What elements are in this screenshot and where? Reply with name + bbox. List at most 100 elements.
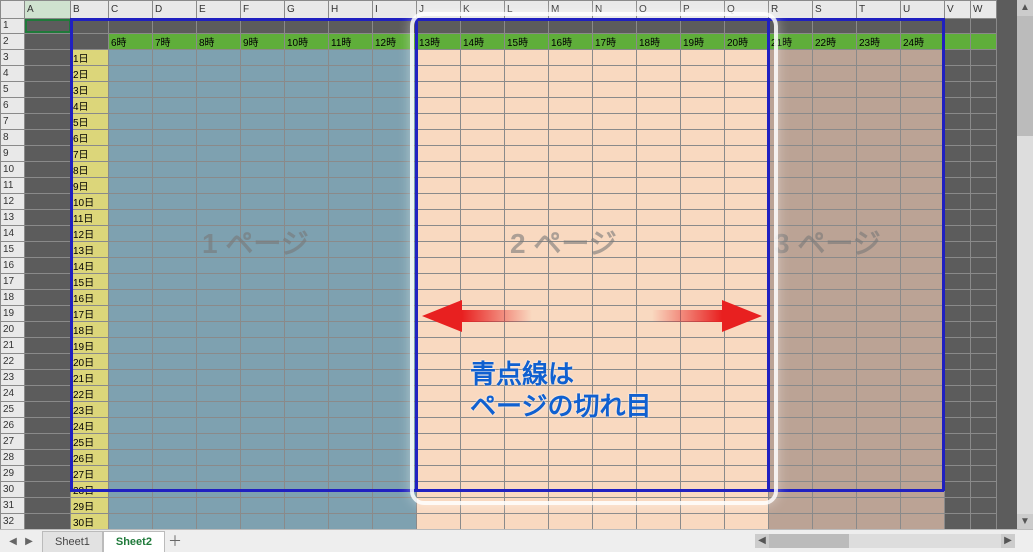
cell-V6[interactable]	[945, 97, 971, 113]
cell-F22[interactable]	[241, 353, 285, 369]
row-header-5[interactable]: 5	[1, 81, 25, 97]
cell-Q19[interactable]	[725, 305, 769, 321]
cell-V18[interactable]	[945, 289, 971, 305]
cell-G4[interactable]	[285, 65, 329, 81]
cell-T22[interactable]	[857, 353, 901, 369]
cell-P31[interactable]	[681, 497, 725, 513]
cell-G2[interactable]: 10時	[285, 33, 329, 49]
cell-W28[interactable]	[971, 449, 997, 465]
cell-B12[interactable]: 10日	[71, 193, 109, 209]
cell-T29[interactable]	[857, 465, 901, 481]
cell-I7[interactable]	[373, 113, 417, 129]
cell-O3[interactable]	[637, 49, 681, 65]
cell-W2[interactable]	[971, 33, 997, 49]
cell-S4[interactable]	[813, 65, 857, 81]
select-all-corner[interactable]	[1, 1, 25, 19]
cell-C16[interactable]	[109, 257, 153, 273]
cell-V25[interactable]	[945, 401, 971, 417]
cell-O20[interactable]	[637, 321, 681, 337]
cell-A19[interactable]	[25, 305, 71, 321]
col-header-W[interactable]: W	[971, 1, 997, 19]
cell-I6[interactable]	[373, 97, 417, 113]
cell-L15[interactable]	[505, 241, 549, 257]
cell-V31[interactable]	[945, 497, 971, 513]
cell-Q25[interactable]	[725, 401, 769, 417]
cell-I13[interactable]	[373, 209, 417, 225]
cell-P32[interactable]	[681, 513, 725, 529]
cell-J3[interactable]	[417, 49, 461, 65]
cell-I9[interactable]	[373, 145, 417, 161]
cell-V23[interactable]	[945, 369, 971, 385]
cell-E28[interactable]	[197, 449, 241, 465]
cell-Q17[interactable]	[725, 273, 769, 289]
cell-D19[interactable]	[153, 305, 197, 321]
cell-J11[interactable]	[417, 177, 461, 193]
cell-O25[interactable]	[637, 401, 681, 417]
cell-G31[interactable]	[285, 497, 329, 513]
cell-V7[interactable]	[945, 113, 971, 129]
cell-P15[interactable]	[681, 241, 725, 257]
cell-T7[interactable]	[857, 113, 901, 129]
col-header-G[interactable]: G	[285, 1, 329, 19]
cell-K18[interactable]	[461, 289, 505, 305]
cell-Q32[interactable]	[725, 513, 769, 529]
col-header-R[interactable]: R	[769, 1, 813, 19]
cell-C5[interactable]	[109, 81, 153, 97]
cell-H24[interactable]	[329, 385, 373, 401]
cell-E5[interactable]	[197, 81, 241, 97]
cell-Q23[interactable]	[725, 369, 769, 385]
cell-J7[interactable]	[417, 113, 461, 129]
cell-O22[interactable]	[637, 353, 681, 369]
cell-Q5[interactable]	[725, 81, 769, 97]
cell-J20[interactable]	[417, 321, 461, 337]
cell-J1[interactable]	[417, 19, 461, 34]
cell-V29[interactable]	[945, 465, 971, 481]
cell-N22[interactable]	[593, 353, 637, 369]
cell-P26[interactable]	[681, 417, 725, 433]
cell-U6[interactable]	[901, 97, 945, 113]
cell-G27[interactable]	[285, 433, 329, 449]
cell-E11[interactable]	[197, 177, 241, 193]
row-header-16[interactable]: 16	[1, 257, 25, 273]
cell-F6[interactable]	[241, 97, 285, 113]
cell-B24[interactable]: 22日	[71, 385, 109, 401]
cell-M2[interactable]: 16時	[549, 33, 593, 49]
cell-T12[interactable]	[857, 193, 901, 209]
cell-R29[interactable]	[769, 465, 813, 481]
cell-N20[interactable]	[593, 321, 637, 337]
cell-F25[interactable]	[241, 401, 285, 417]
cell-F12[interactable]	[241, 193, 285, 209]
cell-R30[interactable]	[769, 481, 813, 497]
cell-B32[interactable]: 30日	[71, 513, 109, 529]
cell-F8[interactable]	[241, 129, 285, 145]
cell-F21[interactable]	[241, 337, 285, 353]
cell-V20[interactable]	[945, 321, 971, 337]
cell-N32[interactable]	[593, 513, 637, 529]
cell-J21[interactable]	[417, 337, 461, 353]
cell-P11[interactable]	[681, 177, 725, 193]
cell-B3[interactable]: 1日	[71, 49, 109, 65]
cell-A14[interactable]	[25, 225, 71, 241]
cell-E6[interactable]	[197, 97, 241, 113]
cell-T5[interactable]	[857, 81, 901, 97]
cell-M30[interactable]	[549, 481, 593, 497]
cell-P13[interactable]	[681, 209, 725, 225]
cell-E14[interactable]	[197, 225, 241, 241]
cell-W32[interactable]	[971, 513, 997, 529]
cell-C31[interactable]	[109, 497, 153, 513]
col-header-B[interactable]: B	[71, 1, 109, 19]
cell-D2[interactable]: 7時	[153, 33, 197, 49]
cell-I8[interactable]	[373, 129, 417, 145]
cell-L30[interactable]	[505, 481, 549, 497]
cell-S7[interactable]	[813, 113, 857, 129]
cell-W10[interactable]	[971, 161, 997, 177]
cell-U3[interactable]	[901, 49, 945, 65]
cell-I26[interactable]	[373, 417, 417, 433]
cell-T26[interactable]	[857, 417, 901, 433]
cell-A27[interactable]	[25, 433, 71, 449]
cell-D28[interactable]	[153, 449, 197, 465]
cell-A24[interactable]	[25, 385, 71, 401]
cell-V17[interactable]	[945, 273, 971, 289]
cell-I14[interactable]	[373, 225, 417, 241]
cell-U21[interactable]	[901, 337, 945, 353]
